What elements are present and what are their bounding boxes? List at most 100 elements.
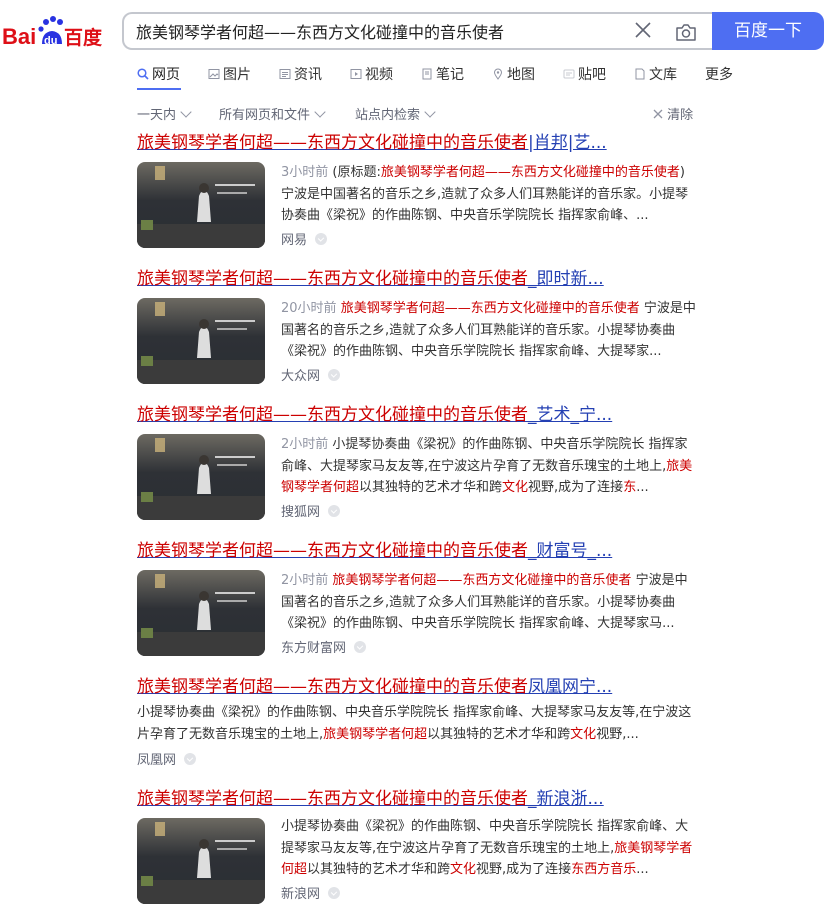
result-time: 2小时前: [281, 573, 329, 588]
result-title-link[interactable]: 旅美钢琴学者何超——东西方文化碰撞中的音乐使者_艺术_宁...: [137, 404, 697, 426]
snippet-highlight: 文化: [450, 862, 477, 877]
result-thumbnail[interactable]: [137, 570, 265, 656]
time-filter[interactable]: 一天内: [137, 104, 192, 123]
image-icon: [208, 69, 220, 79]
title-highlight: 旅美钢琴学者何超——东西方文化碰撞中的音乐使者: [137, 405, 528, 425]
result-source[interactable]: 新浪网: [281, 883, 341, 902]
search-result: 旅美钢琴学者何超——东西方文化碰撞中的音乐使者_艺术_宁... 2小时前 小提琴…: [137, 404, 697, 520]
result-time: 2小时前: [281, 437, 329, 452]
verified-icon: [328, 368, 341, 381]
search-icon: [137, 68, 149, 80]
verified-icon: [328, 504, 341, 517]
document-icon: [635, 68, 645, 80]
source-name: 凤凰网: [137, 753, 177, 768]
title-highlight: 旅美钢琴学者何超——东西方文化碰撞中的音乐使者: [137, 133, 528, 153]
camera-icon[interactable]: [674, 21, 698, 43]
result-snippet: 宁波是中国著名的音乐之乡,造就了众多人们耳熟能详的音乐家。小提琴协奏曲《梁祝》的…: [281, 186, 689, 224]
tab-label: 地图: [507, 67, 535, 83]
clear-search-icon[interactable]: [632, 19, 654, 41]
tab-web[interactable]: 网页: [137, 64, 180, 84]
result-title-link[interactable]: 旅美钢琴学者何超——东西方文化碰撞中的音乐使者凤凰网宁...: [137, 676, 697, 698]
clear-filter-button[interactable]: 清除: [653, 104, 693, 123]
orig-title: 旅美钢琴学者何超——东西方文化碰撞中的音乐使者: [380, 165, 680, 180]
result-abstract: 3小时前 (原标题:旅美钢琴学者何超——东西方文化碰撞中的音乐使者) 宁波是中国…: [281, 162, 697, 227]
snippet-ellipsis: ...: [636, 480, 649, 495]
result-thumbnail[interactable]: [137, 162, 265, 248]
result-source[interactable]: 大众网: [281, 365, 341, 384]
result-time: 3小时前: [281, 165, 329, 180]
tieba-icon: [563, 69, 575, 79]
tab-map[interactable]: 地图: [492, 64, 535, 84]
source-name: 搜狐网: [281, 505, 321, 520]
map-pin-icon: [493, 68, 503, 80]
title-rest: _即时新...: [528, 269, 604, 289]
site-filter[interactable]: 站点内检索: [355, 104, 436, 123]
result-abstract: 2小时前 小提琴协奏曲《梁祝》的作曲陈钢、中央音乐学院院长 指挥家俞峰、大提琴家…: [281, 434, 697, 499]
snippet-highlight: 文化: [502, 480, 529, 495]
orig-title-suffix: ): [679, 165, 685, 180]
tab-more[interactable]: 更多: [705, 64, 733, 84]
search-button[interactable]: 百度一下: [712, 12, 824, 50]
chevron-down-icon: [314, 106, 326, 118]
result-thumbnail[interactable]: [137, 818, 265, 904]
tab-label: 贴吧: [578, 67, 606, 83]
search-box: [122, 12, 712, 50]
title-highlight: 旅美钢琴学者何超——东西方文化碰撞中的音乐使者: [137, 269, 528, 289]
search-result: 旅美钢琴学者何超——东西方文化碰撞中的音乐使者|肖邦|艺... 3小时前 (原标…: [137, 132, 697, 248]
result-title-link[interactable]: 旅美钢琴学者何超——东西方文化碰撞中的音乐使者_财富号_...: [137, 540, 697, 562]
inline-title: 旅美钢琴学者何超——东西方文化碰撞中的音乐使者: [332, 573, 632, 588]
verified-icon: [354, 640, 367, 653]
title-highlight: 旅美钢琴学者何超——东西方文化碰撞中的音乐使者: [137, 789, 528, 809]
tab-notes[interactable]: 笔记: [421, 64, 464, 84]
note-icon: [422, 68, 432, 80]
search-result: 旅美钢琴学者何超——东西方文化碰撞中的音乐使者凤凰网宁... 小提琴协奏曲《梁祝…: [137, 676, 697, 768]
active-tab-indicator: [137, 88, 181, 90]
snippet-part: 小提琴协奏曲《梁祝》的作曲陈钢、中央音乐学院院长 指挥家俞峰、大提琴家马友友等,…: [281, 437, 688, 474]
verified-icon: [328, 886, 341, 899]
result-source[interactable]: 搜狐网: [281, 501, 341, 520]
result-thumbnail[interactable]: [137, 298, 265, 384]
clear-filter-label: 清除: [667, 108, 694, 123]
logo-text-du: du: [44, 35, 57, 47]
result-thumbnail[interactable]: [137, 434, 265, 520]
snippet-part: 以其独特的艺术才华和跨: [307, 862, 451, 877]
source-name: 新浪网: [281, 887, 321, 902]
snippet-part: 视野,成为了连接: [528, 480, 624, 495]
site-filter-label: 站点内检索: [355, 108, 421, 123]
result-source[interactable]: 东方财富网: [281, 637, 367, 656]
search-result: 旅美钢琴学者何超——东西方文化碰撞中的音乐使者_新浪浙... 小提琴协奏曲《梁祝…: [137, 788, 697, 904]
tab-tieba[interactable]: 贴吧: [563, 64, 606, 84]
result-source[interactable]: 凤凰网: [137, 749, 197, 768]
result-title-link[interactable]: 旅美钢琴学者何超——东西方文化碰撞中的音乐使者_即时新...: [137, 268, 697, 290]
title-rest: _艺术_宁...: [528, 405, 613, 425]
source-name: 网易: [281, 233, 308, 248]
logo-text-chinese: 百度: [64, 26, 103, 49]
chevron-down-icon: [180, 106, 192, 118]
title-rest: 凤凰网宁...: [528, 677, 613, 697]
tab-images[interactable]: 图片: [208, 64, 251, 84]
baidu-logo[interactable]: Bai du 百度: [2, 14, 106, 50]
snippet-part: 视野,成为了连接: [476, 862, 572, 877]
snippet-part: 以其独特的艺术才华和跨: [359, 480, 503, 495]
filter-bar: 一天内 所有网页和文件 站点内检索 清除: [137, 104, 707, 123]
result-title-link[interactable]: 旅美钢琴学者何超——东西方文化碰撞中的音乐使者|肖邦|艺...: [137, 132, 697, 154]
tab-wenku[interactable]: 文库: [634, 64, 677, 84]
snippet-ellipsis: ...: [636, 862, 649, 877]
tab-label: 文库: [649, 67, 677, 83]
orig-title-prefix: (原标题:: [332, 165, 381, 180]
close-icon: [653, 109, 663, 119]
tab-label: 视频: [365, 67, 393, 83]
result-title-link[interactable]: 旅美钢琴学者何超——东西方文化碰撞中的音乐使者_新浪浙...: [137, 788, 697, 810]
result-abstract: 小提琴协奏曲《梁祝》的作曲陈钢、中央音乐学院院长 指挥家俞峰、大提琴家马友友等,…: [137, 702, 697, 745]
snippet-part: 视野,...: [596, 726, 639, 742]
time-filter-label: 一天内: [137, 108, 177, 123]
search-input[interactable]: [136, 21, 606, 40]
result-source[interactable]: 网易: [281, 229, 328, 248]
logo-text-bai: Bai: [2, 24, 36, 49]
title-rest: |肖邦|艺...: [528, 133, 607, 153]
filetype-filter[interactable]: 所有网页和文件: [219, 104, 326, 123]
tab-video[interactable]: 视频: [350, 64, 393, 84]
tab-news[interactable]: 资讯: [279, 64, 322, 84]
snippet-highlight: 旅美钢琴学者何超: [323, 726, 428, 742]
search-result: 旅美钢琴学者何超——东西方文化碰撞中的音乐使者_财富号_... 2小时前 旅美钢…: [137, 540, 697, 656]
